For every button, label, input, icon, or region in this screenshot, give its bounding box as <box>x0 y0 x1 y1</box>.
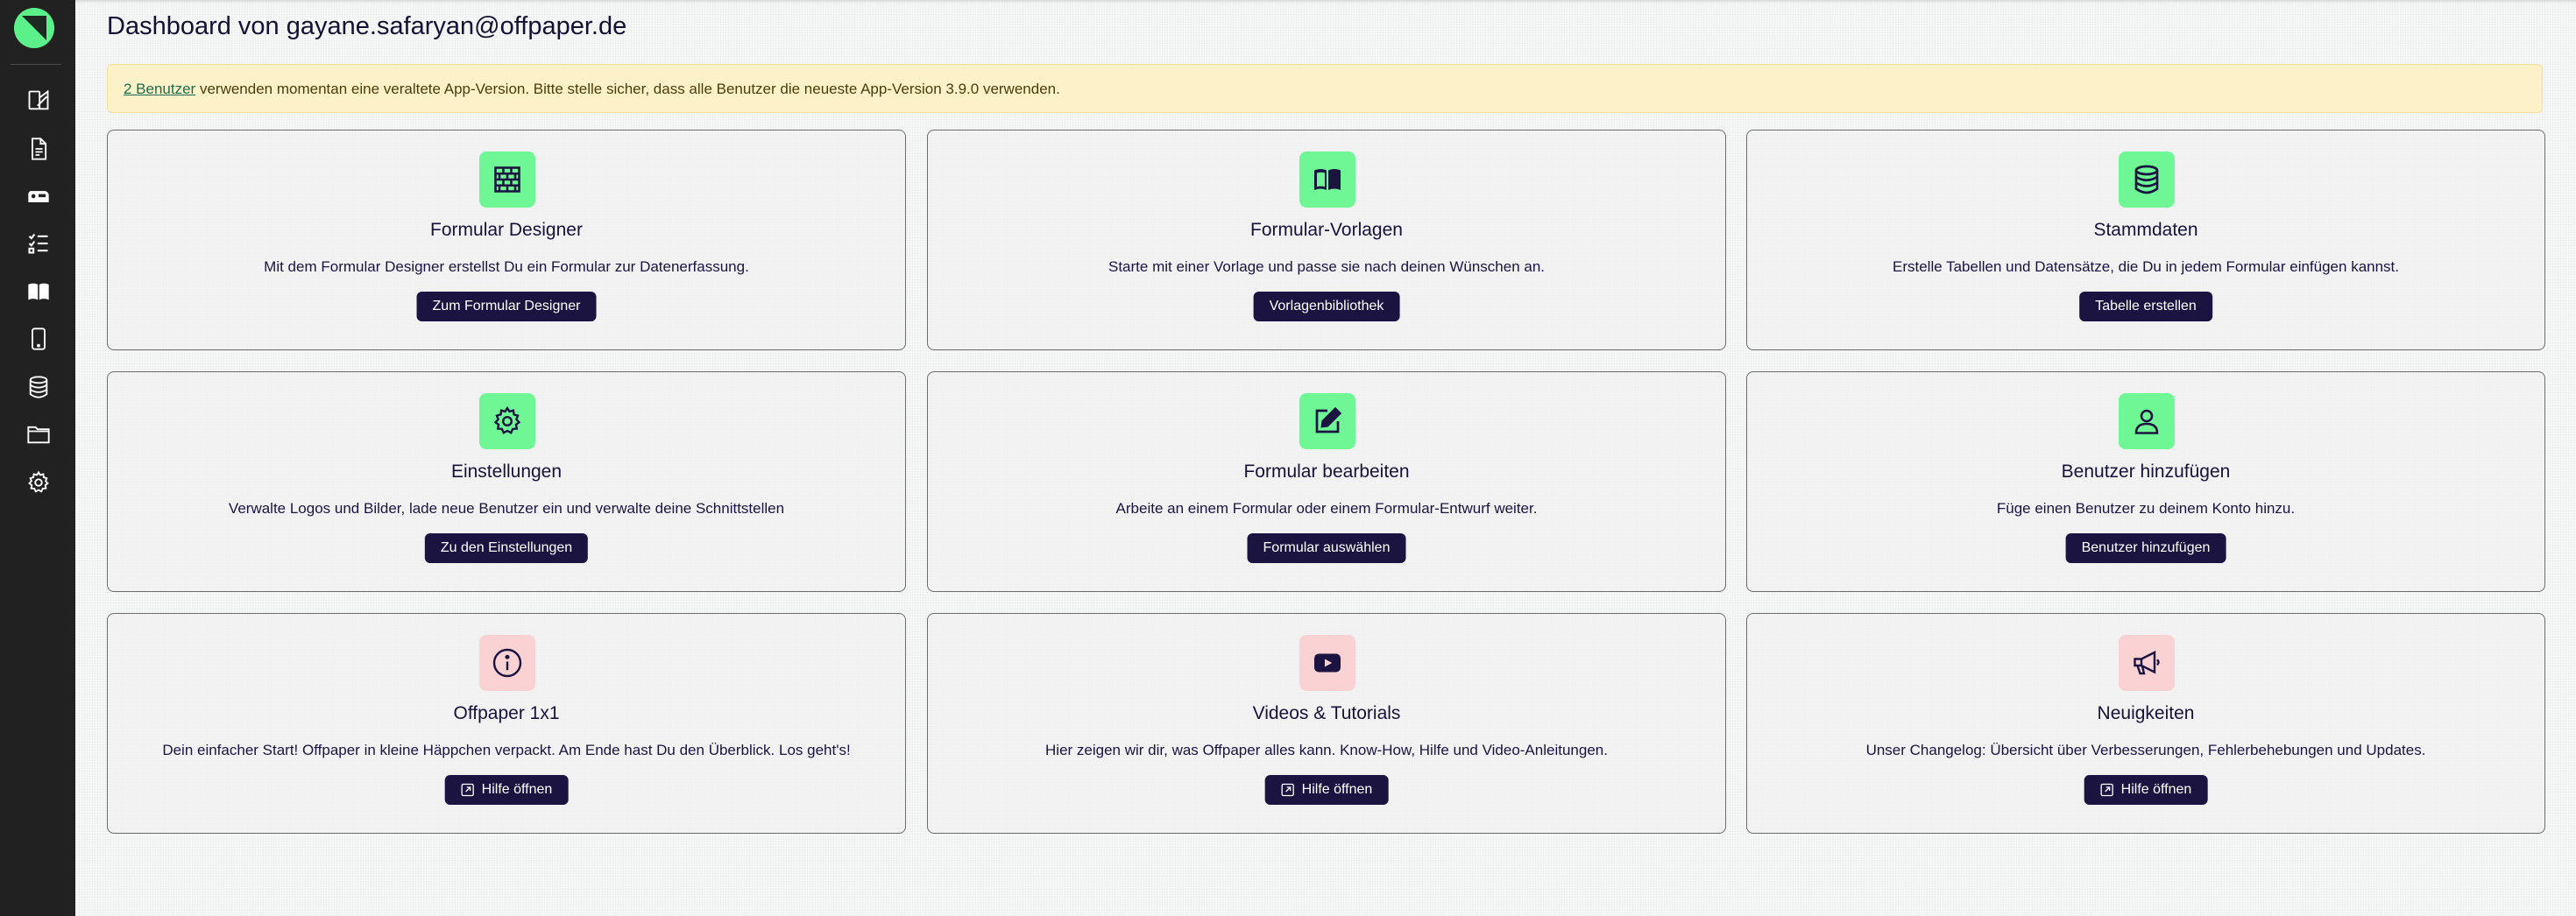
button-label: Vorlagenbibliothek <box>1269 299 1384 314</box>
edit-icon <box>1299 393 1355 449</box>
youtube-icon <box>1299 635 1355 691</box>
card-description: Dein einfacher Start! Offpaper in kleine… <box>162 742 851 758</box>
alert-message: verwenden momentan eine veraltete App-Ve… <box>195 81 1060 97</box>
button-label: Zum Formular Designer <box>432 299 581 314</box>
offpaper-logo[interactable] <box>14 8 54 48</box>
top-shadow <box>75 0 2576 4</box>
card-formular-bearbeiten: Formular bearbeiten Arbeite an einem For… <box>927 371 1726 592</box>
button-label: Formular auswählen <box>1263 540 1391 555</box>
mobile-icon[interactable] <box>25 326 52 352</box>
external-link-icon <box>461 783 474 797</box>
card-title: Stammdaten <box>2093 220 2198 240</box>
brick-wall-icon <box>479 151 535 208</box>
megaphone-icon <box>2119 635 2175 691</box>
open-help-button[interactable]: Hilfe öffnen <box>1264 775 1389 805</box>
card-description: Starte mit einer Vorlage und passe sie n… <box>1108 258 1546 275</box>
card-offpaper-1x1: Offpaper 1x1 Dein einfacher Start! Offpa… <box>107 613 906 834</box>
card-description: Füge einen Benutzer zu deinem Konto hinz… <box>1996 500 2296 517</box>
users-link[interactable]: 2 Benutzer <box>124 81 195 97</box>
card-description: Arbeite an einem Formular oder einem For… <box>1115 500 1538 517</box>
gear-icon[interactable] <box>25 469 52 496</box>
button-label: Hilfe öffnen <box>481 782 553 797</box>
card-formular-vorlagen: Formular-Vorlagen Starte mit einer Vorla… <box>927 130 1726 350</box>
card-title: Offpaper 1x1 <box>453 703 560 723</box>
document-icon[interactable] <box>25 136 52 162</box>
add-user-button[interactable]: Benutzer hinzufügen <box>2065 533 2226 563</box>
card-neuigkeiten: Neuigkeiten Unser Changelog: Übersicht ü… <box>1746 613 2545 834</box>
card-title: Formular bearbeiten <box>1243 462 1410 482</box>
card-description: Hier zeigen wir dir, was Offpaper alles … <box>1045 742 1608 758</box>
database-icon[interactable] <box>25 374 52 400</box>
info-icon <box>479 635 535 691</box>
template-library-button[interactable]: Vorlagenbibliothek <box>1253 292 1400 321</box>
outdated-app-alert: 2 Benutzer verwenden momentan eine veral… <box>107 64 2543 113</box>
card-description: Unser Changelog: Übersicht über Verbesse… <box>1865 742 2426 758</box>
book-open-icon <box>1299 151 1355 208</box>
card-title: Neuigkeiten <box>2097 703 2195 723</box>
select-form-button[interactable]: Formular auswählen <box>1247 533 1406 563</box>
button-label: Benutzer hinzufügen <box>2081 540 2211 555</box>
card-videos-tutorials: Videos & Tutorials Hier zeigen wir dir, … <box>927 613 1726 834</box>
logo-divider <box>11 64 61 65</box>
mailbox-icon[interactable] <box>25 183 52 209</box>
create-table-button[interactable]: Tabelle erstellen <box>2079 292 2212 321</box>
card-benutzer-hinzufuegen: Benutzer hinzufügen Füge einen Benutzer … <box>1746 371 2545 592</box>
page-title: Dashboard von gayane.safaryan@offpaper.d… <box>107 12 627 40</box>
card-title: Videos & Tutorials <box>1252 703 1401 723</box>
formular-designer-button[interactable]: Zum Formular Designer <box>416 292 597 321</box>
open-help-button[interactable]: Hilfe öffnen <box>444 775 569 805</box>
card-description: Mit dem Formular Designer erstellst Du e… <box>264 258 749 275</box>
settings-button[interactable]: Zu den Einstellungen <box>424 533 589 563</box>
book-icon[interactable] <box>25 278 52 305</box>
button-label: Tabelle erstellen <box>2095 299 2197 314</box>
folder-icon[interactable] <box>25 421 52 447</box>
button-label: Hilfe öffnen <box>1301 782 1373 797</box>
card-einstellungen: Einstellungen Verwalte Logos und Bilder,… <box>107 371 906 592</box>
sidebar <box>0 0 75 916</box>
card-title: Einstellungen <box>450 462 563 482</box>
card-title: Formular-Vorlagen <box>1250 220 1403 240</box>
gear-icon <box>479 393 535 449</box>
checklist-icon[interactable] <box>25 230 52 257</box>
card-description: Verwalte Logos und Bilder, lade neue Ben… <box>228 500 785 517</box>
person-icon <box>2119 393 2175 449</box>
card-title: Formular Designer <box>430 220 583 240</box>
database-icon <box>2119 151 2175 208</box>
open-help-button[interactable]: Hilfe öffnen <box>2084 775 2208 805</box>
external-link-icon <box>2100 783 2113 797</box>
button-label: Zu den Einstellungen <box>440 540 573 555</box>
button-label: Hilfe öffnen <box>2120 782 2192 797</box>
form-designer-icon[interactable] <box>25 88 52 114</box>
card-description: Erstelle Tabellen und Datensätze, die Du… <box>1892 258 2400 275</box>
card-title: Benutzer hinzufügen <box>2061 462 2231 482</box>
card-formular-designer: Formular Designer Mit dem Formular Desig… <box>107 130 906 350</box>
external-link-icon <box>1281 783 1294 797</box>
card-stammdaten: Stammdaten Erstelle Tabellen und Datensä… <box>1746 130 2545 350</box>
